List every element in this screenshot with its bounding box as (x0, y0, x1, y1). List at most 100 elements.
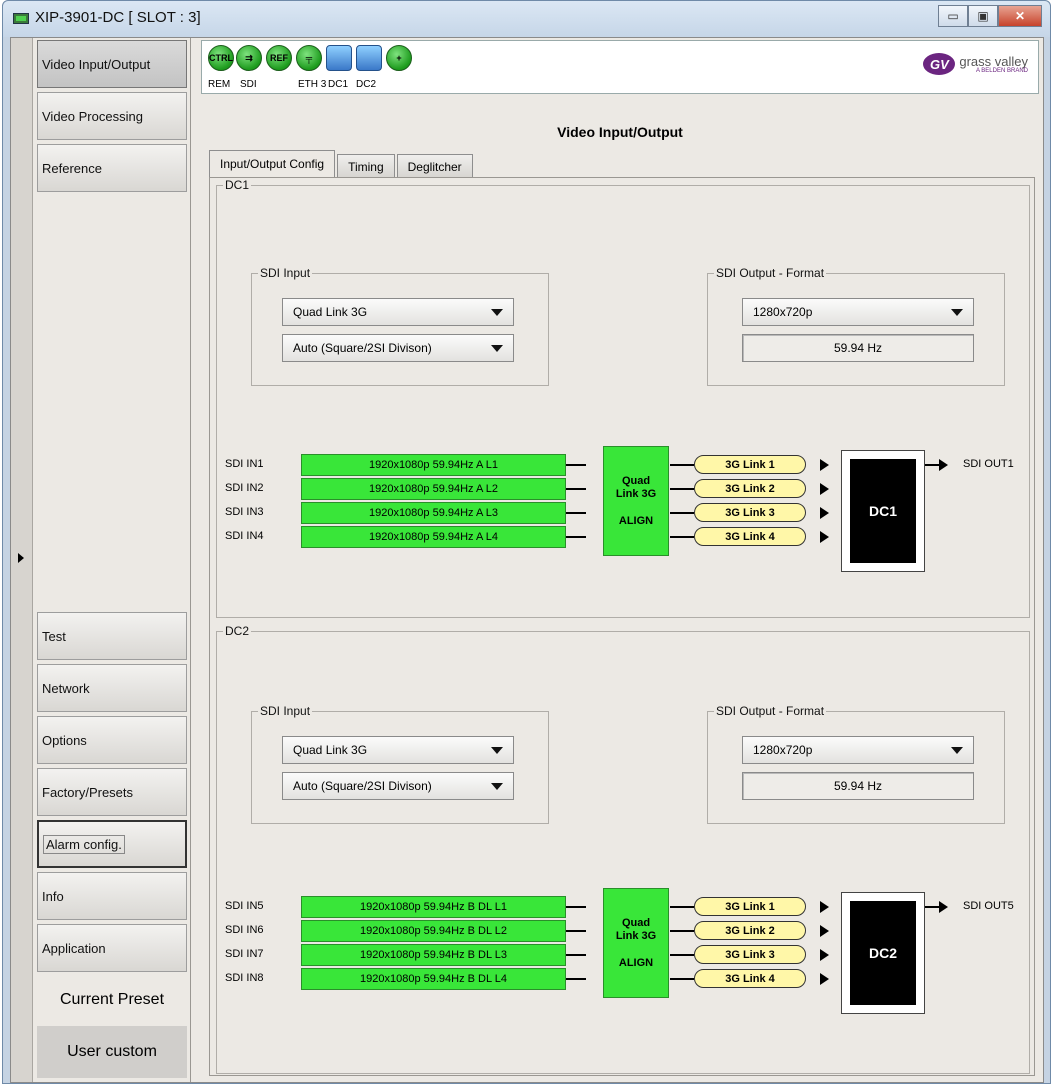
gv-badge-icon: GV (923, 53, 956, 75)
dc1-sdi-input-group: SDI Input Quad Link 3G Auto (Square/2SI … (251, 266, 549, 386)
dc1-sdi-in2-label: SDI IN2 (225, 482, 264, 494)
dc2-sdi-out-label: SDI OUT5 (963, 900, 1014, 912)
nav-options[interactable]: Options (37, 716, 187, 764)
grass-valley-logo: GV grass valley A BELDEN BRAND (923, 53, 1028, 75)
nav-video-processing[interactable]: Video Processing (37, 92, 187, 140)
dc1-input-mode-value: Quad Link 3G (293, 305, 368, 319)
dc2-sdi-in7-signal: 1920x1080p 59.94Hz B DL L3 (301, 944, 566, 966)
plus-status-icon[interactable]: + (386, 45, 412, 71)
nav-alarm-config[interactable]: Alarm config. (37, 820, 187, 868)
dc2-link-2: 3G Link 2 (694, 921, 806, 940)
collapse-strip[interactable] (11, 38, 33, 1082)
dc1-align-line1: Quad (621, 474, 651, 487)
nav-application[interactable]: Application (37, 924, 187, 972)
current-preset-value: User custom (37, 1026, 187, 1078)
arrow-right-icon (939, 459, 948, 471)
maximize-button[interactable]: ▣ (968, 5, 998, 27)
dc1-sdi-in3-label: SDI IN3 (225, 506, 264, 518)
dc1-sdi-in3-signal: 1920x1080p 59.94Hz A L3 (301, 502, 566, 524)
connector-line (566, 464, 586, 466)
minimize-button[interactable]: ▭ (938, 5, 968, 27)
dc1-output-format-value: 1280x720p (753, 305, 813, 319)
dc2-link-4: 3G Link 4 (694, 969, 806, 988)
connector-line (566, 512, 586, 514)
nav-reference[interactable]: Reference (37, 144, 187, 192)
nav-video-input-output[interactable]: Video Input/Output (37, 40, 187, 88)
nav-info[interactable]: Info (37, 872, 187, 920)
dc1-sdi-out-label: SDI OUT1 (963, 458, 1014, 470)
dc2-division-value: Auto (Square/2SI Divison) (293, 779, 432, 793)
connector-line (670, 930, 694, 932)
chevron-down-icon (951, 747, 963, 754)
dc2-output-format-group: SDI Output - Format 1280x720p 59.94 Hz (707, 704, 1005, 824)
chevron-down-icon (951, 309, 963, 316)
dc2-output-rate: 59.94 Hz (742, 772, 974, 800)
arrow-right-icon (820, 973, 829, 985)
close-button[interactable]: ✕ (998, 5, 1042, 27)
arrow-right-icon (820, 507, 829, 519)
arrow-right-icon (820, 901, 829, 913)
app-window: XIP-3901-DC [ SLOT : 3] ▭ ▣ ✕ Video Inpu… (2, 0, 1051, 1084)
dc1-link-4: 3G Link 4 (694, 527, 806, 546)
eth-status-icon[interactable]: ╤ (296, 45, 322, 71)
dc2-sdi-in6-signal: 1920x1080p 59.94Hz B DL L2 (301, 920, 566, 942)
connector-line (566, 978, 586, 980)
nav-network[interactable]: Network (37, 664, 187, 712)
connector-line (566, 906, 586, 908)
dc2-sdi-input-legend: SDI Input (260, 704, 311, 718)
connector-line (670, 978, 694, 980)
expand-arrow-icon[interactable] (18, 553, 24, 563)
nav-test[interactable]: Test (37, 612, 187, 660)
dc2-output-legend: SDI Output - Format (716, 704, 825, 718)
arrow-right-icon (820, 949, 829, 961)
ref-status-icon[interactable]: REF (266, 45, 292, 71)
arrow-right-icon (820, 925, 829, 937)
sdi-status-icon[interactable]: ⇉ (236, 45, 262, 71)
dc1-sdi-in4-label: SDI IN4 (225, 530, 264, 542)
sdi-label: SDI (240, 79, 257, 90)
window-title: XIP-3901-DC [ SLOT : 3] (35, 9, 201, 26)
dc2-label: DC2 (356, 79, 377, 90)
dc2-sdi-input-group: SDI Input Quad Link 3G Auto (Square/2SI … (251, 704, 549, 824)
dc2-sdi-in5-label: SDI IN5 (225, 900, 264, 912)
connector-line (566, 930, 586, 932)
tab-panel: DC1 SDI Input Quad Link 3G Auto (Square/… (209, 177, 1035, 1076)
dc2-division-select[interactable]: Auto (Square/2SI Divison) (282, 772, 514, 800)
tab-timing[interactable]: Timing (337, 154, 395, 178)
dc1-sdi-in1-signal: 1920x1080p 59.94Hz A L1 (301, 454, 566, 476)
dc1-output-format-select[interactable]: 1280x720p (742, 298, 974, 326)
dc2-align-line2: Link 3G (615, 929, 657, 942)
chevron-down-icon (491, 309, 503, 316)
dc2-status-icon[interactable] (356, 45, 382, 71)
rem-label: REM (208, 79, 231, 90)
connector-line (566, 488, 586, 490)
arrow-right-icon (820, 459, 829, 471)
dc1-output-format-group: SDI Output - Format 1280x720p 59.94 Hz (707, 266, 1005, 386)
dc2-input-mode-select[interactable]: Quad Link 3G (282, 736, 514, 764)
tab-deglitcher[interactable]: Deglitcher (396, 154, 473, 178)
dc1-align-line3: ALIGN (618, 514, 654, 527)
tab-input-output-config[interactable]: Input/Output Config (209, 150, 336, 178)
dc1-division-select[interactable]: Auto (Square/2SI Divison) (282, 334, 514, 362)
page-title: Video Input/Output (557, 124, 683, 140)
dc1-output-rate: 59.94 Hz (742, 334, 974, 362)
dc2-converter-label: DC2 (850, 901, 916, 1005)
dc2-sdi-in5-signal: 1920x1080p 59.94Hz B DL L1 (301, 896, 566, 918)
dc1-converter-label: DC1 (850, 459, 916, 563)
chevron-down-icon (491, 783, 503, 790)
chevron-down-icon (491, 747, 503, 754)
dc1-status-icon[interactable] (326, 45, 352, 71)
dc1-division-value: Auto (Square/2SI Divison) (293, 341, 432, 355)
dc2-converter-block: DC2 (841, 892, 925, 1014)
connector-line (566, 954, 586, 956)
nav-factory-presets[interactable]: Factory/Presets (37, 768, 187, 816)
dc2-output-format-select[interactable]: 1280x720p (742, 736, 974, 764)
dc2-group: DC2 SDI Input Quad Link 3G Auto (Square/… (216, 624, 1030, 1074)
dc1-sdi-in1-label: SDI IN1 (225, 458, 264, 470)
dc1-input-mode-select[interactable]: Quad Link 3G (282, 298, 514, 326)
title-bar[interactable]: XIP-3901-DC [ SLOT : 3] ▭ ▣ ✕ (3, 1, 1050, 37)
ctrl-status-icon[interactable]: CTRL (208, 45, 234, 71)
dc2-sdi-in6-label: SDI IN6 (225, 924, 264, 936)
status-toolbar: CTRL ⇉ REF ╤ + REM SDI ETH 3 DC1 DC2 GV … (201, 40, 1039, 94)
connector-line (670, 906, 694, 908)
